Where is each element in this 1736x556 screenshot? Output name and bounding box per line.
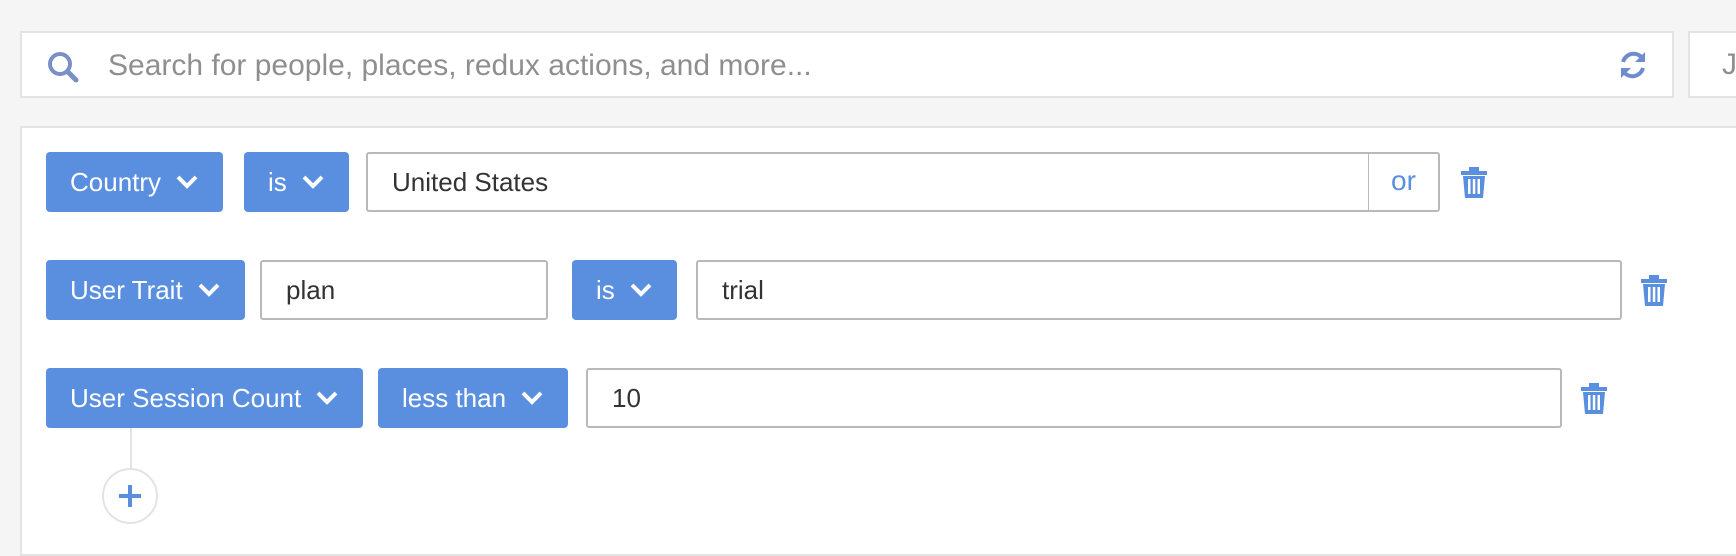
connector-line — [130, 428, 132, 470]
dropdown-label: is — [268, 167, 287, 197]
chevron-down-icon — [176, 175, 198, 189]
plus-icon — [119, 485, 141, 507]
search-input[interactable] — [106, 43, 1560, 89]
dropdown-label: is — [596, 275, 615, 305]
dropdown-label: less than — [402, 383, 507, 413]
filter-value-input-row3[interactable]: 10 — [586, 368, 1562, 428]
search-icon — [48, 52, 79, 83]
filter-field-dropdown-user-trait[interactable]: User Trait — [46, 260, 245, 320]
or-label: or — [1391, 165, 1416, 196]
search-bar — [20, 31, 1674, 98]
filter-value-text: United States — [392, 167, 549, 197]
filter-value-text: trial — [722, 275, 764, 305]
dropdown-label: Country — [70, 167, 162, 197]
operator-dropdown-row1[interactable]: is — [244, 152, 349, 212]
trait-name-input[interactable]: plan — [260, 260, 548, 320]
filter-field-dropdown-user-session-count[interactable]: User Session Count — [46, 368, 364, 428]
chevron-down-icon — [198, 283, 220, 297]
trait-name-text: plan — [286, 275, 336, 305]
refresh-icon[interactable] — [1616, 48, 1650, 82]
filter-value-input-row2[interactable]: trial — [696, 260, 1622, 320]
filter-field-dropdown-country[interactable]: Country — [46, 152, 224, 212]
trash-icon[interactable] — [1580, 383, 1608, 415]
trash-icon[interactable] — [1640, 275, 1668, 307]
dropdown-label: User Trait — [70, 275, 183, 305]
operator-dropdown-row3[interactable]: less than — [378, 368, 569, 428]
secondary-input-text: J — [1722, 48, 1736, 81]
chevron-down-icon — [630, 283, 652, 297]
chevron-down-icon — [302, 175, 324, 189]
chevron-down-icon — [316, 391, 338, 405]
trash-icon[interactable] — [1460, 167, 1488, 199]
or-button[interactable]: or — [1368, 152, 1440, 212]
filter-value-text: 10 — [612, 383, 641, 413]
chevron-down-icon — [521, 391, 543, 405]
secondary-input-box[interactable]: J — [1688, 31, 1736, 98]
operator-dropdown-row2[interactable]: is — [572, 260, 677, 320]
dropdown-label: User Session Count — [70, 383, 302, 413]
add-filter-button[interactable] — [102, 468, 158, 524]
filter-value-input-row1[interactable]: United States — [366, 152, 1370, 212]
